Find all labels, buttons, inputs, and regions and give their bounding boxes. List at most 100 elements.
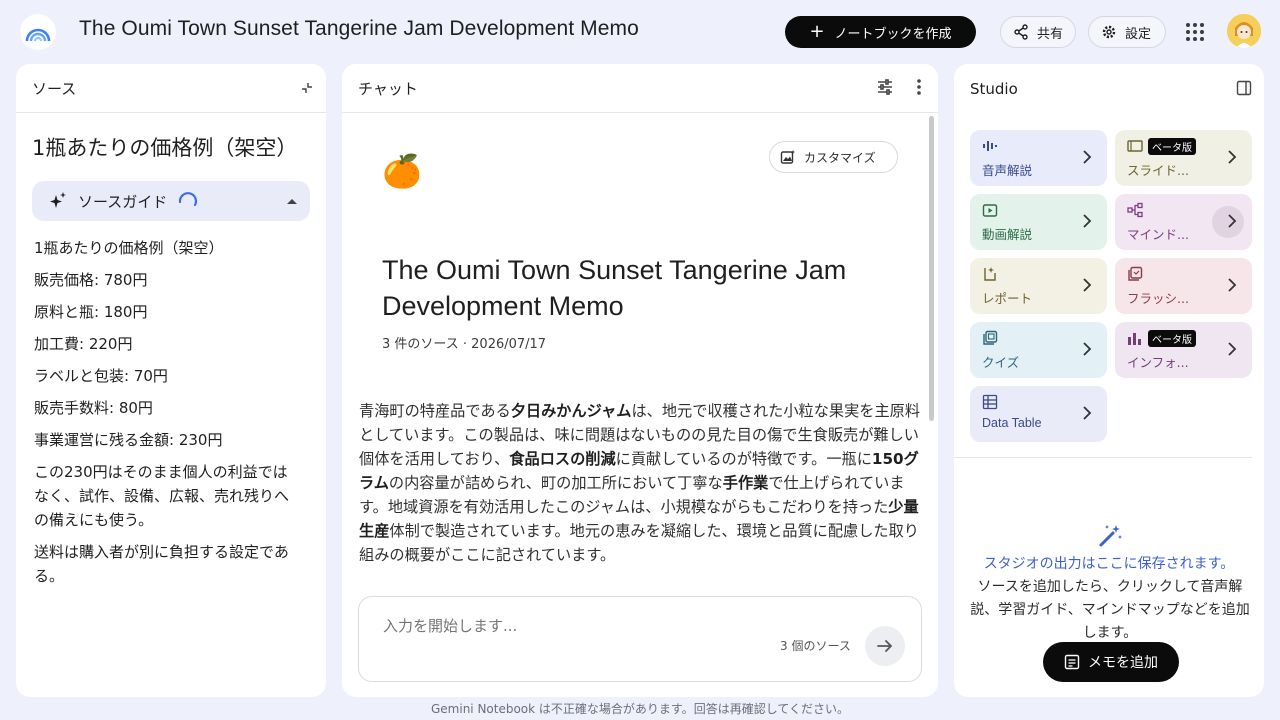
sources-panel: ソース 1瓶あたりの価格例（架空） ソースガイド 1瓶あたりの価格例（架空） 販… [16, 64, 326, 697]
guide-line: 販売手数料: 80円 [34, 399, 153, 417]
customize-button[interactable]: カスタマイズ [769, 141, 898, 173]
guide-line: 事業運営に残る金額: 230円 [34, 431, 223, 449]
collapse-icon[interactable] [300, 81, 314, 95]
report-icon [984, 267, 996, 281]
sparkle-icon [50, 192, 66, 208]
summary-text: 青海町の特産品である [359, 402, 511, 420]
sources-panel-header: ソース [16, 64, 326, 113]
studio-empty-title: スタジオの出力はここに保存されます。 [983, 556, 1235, 572]
summary-highlight: 食品ロスの削減 [509, 450, 616, 468]
summary-highlight: 夕日みかんジャム [510, 402, 632, 420]
chat-panel-title: チャット [358, 79, 418, 98]
tile-label: レポート [982, 291, 1033, 306]
create-notebook-button[interactable]: + ノートブックを作成 [785, 16, 976, 48]
slides-icon [1127, 140, 1143, 152]
studio-tile-flashcards[interactable]: フラッシ... [1115, 258, 1252, 314]
summary-text: の内容量が詰められ、町の加工所において丁寧な [388, 474, 723, 492]
chat-scrollbar[interactable] [929, 116, 934, 421]
quiz-icon [983, 330, 998, 345]
studio-tile-report[interactable]: レポート [970, 258, 1107, 314]
mindmap-icon [1127, 202, 1143, 218]
source-heading: 1瓶あたりの価格例（架空） [32, 136, 298, 160]
chevron-right-icon [1083, 278, 1092, 292]
audio-wave-icon [983, 141, 997, 151]
tile-label: Data Table [982, 416, 1042, 430]
arrow-right-icon [877, 640, 892, 652]
user-avatar[interactable] [1227, 14, 1261, 48]
tune-icon[interactable] [876, 78, 894, 96]
studio-tile-audio[interactable]: 音声解説 [970, 130, 1107, 186]
studio-tile-slides[interactable]: ベータ版 スライド... [1115, 130, 1252, 186]
summary-text: に貢献しているのが特徴です。一瓶に [615, 450, 872, 468]
notebook-meta: 3 件のソース · 2026/07/17 [382, 337, 547, 352]
tile-label: フラッシ... [1127, 291, 1189, 306]
share-icon [1014, 24, 1028, 40]
logo-icon [25, 28, 51, 42]
guide-line: 1瓶あたりの価格例（架空） [34, 239, 224, 257]
summary-text: 体制で製造されています。地元の恵みを凝縮した、環境と品質に配慮した取り組みの概要… [359, 522, 919, 564]
avatar-icon [1227, 14, 1261, 48]
settings-label: 設定 [1125, 26, 1152, 42]
chevron-right-icon [1228, 214, 1237, 228]
chat-panel: チャット カスタマイズ 🍊 The Oumi Town Sunset Tange… [342, 64, 938, 697]
beta-badge: ベータ版 [1148, 330, 1196, 347]
tile-label: スライド... [1127, 163, 1189, 178]
chevron-up-icon[interactable] [286, 197, 298, 205]
beta-badge: ベータ版 [1148, 138, 1196, 155]
share-label: 共有 [1037, 26, 1064, 42]
chevron-right-icon [1083, 406, 1092, 420]
summary-highlight: 手作業 [722, 474, 769, 492]
studio-panel-title: Studio [970, 79, 1018, 98]
source-guide-toggle[interactable]: ソースガイド [32, 181, 310, 221]
infographic-icon [1128, 333, 1141, 345]
studio-divider [954, 457, 1252, 458]
studio-tile-video[interactable]: 動画解説 [970, 194, 1107, 250]
notebook-summary: 青海町の特産品である夕日みかんジャムは、地元で収穫された小粒な果実を主原料として… [359, 399, 925, 567]
panel-toggle-icon[interactable] [1236, 80, 1252, 96]
chat-input[interactable] [383, 617, 763, 635]
more-vert-icon[interactable] [916, 78, 922, 96]
video-icon [982, 204, 998, 217]
tile-label: 音声解説 [982, 163, 1033, 178]
chat-composer: 3 個のソース [358, 596, 922, 682]
chevron-right-icon [1083, 150, 1092, 164]
studio-tile-quiz[interactable]: クイズ [970, 322, 1107, 378]
chevron-right-icon [1228, 278, 1237, 292]
notebook-emoji: 🍊 [382, 152, 422, 190]
source-guide-label: ソースガイド [78, 192, 168, 211]
sources-panel-title: ソース [32, 79, 77, 98]
chevron-right-icon [1083, 342, 1092, 356]
add-note-label: メモを追加 [1088, 655, 1158, 671]
page-title[interactable]: The Oumi Town Sunset Tangerine Jam Devel… [79, 17, 639, 41]
chevron-right-icon [1228, 150, 1237, 164]
settings-button[interactable]: 設定 [1088, 16, 1166, 48]
customize-icon [780, 150, 795, 164]
table-icon [982, 394, 998, 410]
studio-tile-infographic[interactable]: ベータ版 インフォ... [1115, 322, 1252, 378]
create-notebook-label: ノートブックを作成 [834, 26, 952, 42]
add-note-button[interactable]: メモを追加 [1043, 642, 1179, 682]
tile-label: マインド... [1127, 227, 1189, 242]
share-button[interactable]: 共有 [1000, 16, 1076, 48]
chat-panel-header: チャット [342, 64, 938, 113]
guide-line: 原料と瓶: 180円 [34, 303, 148, 321]
magic-wand-icon [1099, 525, 1122, 547]
studio-tile-data-table[interactable]: Data Table [970, 386, 1107, 442]
studio-panel: Studio 音声解説 ベータ版 スライド... 動画解説 マインド... レポ… [954, 64, 1264, 697]
studio-tile-mindmap[interactable]: マインド... [1115, 194, 1252, 250]
guide-line: 販売価格: 780円 [34, 271, 148, 289]
loading-spinner-icon [179, 192, 198, 207]
source-count: 3 個のソース [780, 639, 851, 653]
chevron-right-icon [1228, 342, 1237, 356]
guide-line: 加工費: 220円 [34, 335, 133, 353]
studio-panel-header: Studio [954, 64, 1264, 113]
guide-line: この230円はそのまま個人の利益ではなく、試作、設備、広報、売れ残りへの備えにも… [34, 463, 290, 529]
tile-label: 動画解説 [982, 227, 1033, 242]
tile-label: インフォ... [1127, 355, 1189, 370]
disclaimer-footer: Gemini Notebook は不正確な場合があります。回答は再確認してくださ… [430, 702, 849, 716]
apps-grid-icon[interactable] [1184, 21, 1206, 43]
guide-line: ラベルと包装: 70円 [34, 367, 168, 385]
send-button[interactable] [865, 626, 905, 666]
chevron-right-icon [1083, 214, 1092, 228]
app-logo[interactable] [20, 14, 56, 50]
